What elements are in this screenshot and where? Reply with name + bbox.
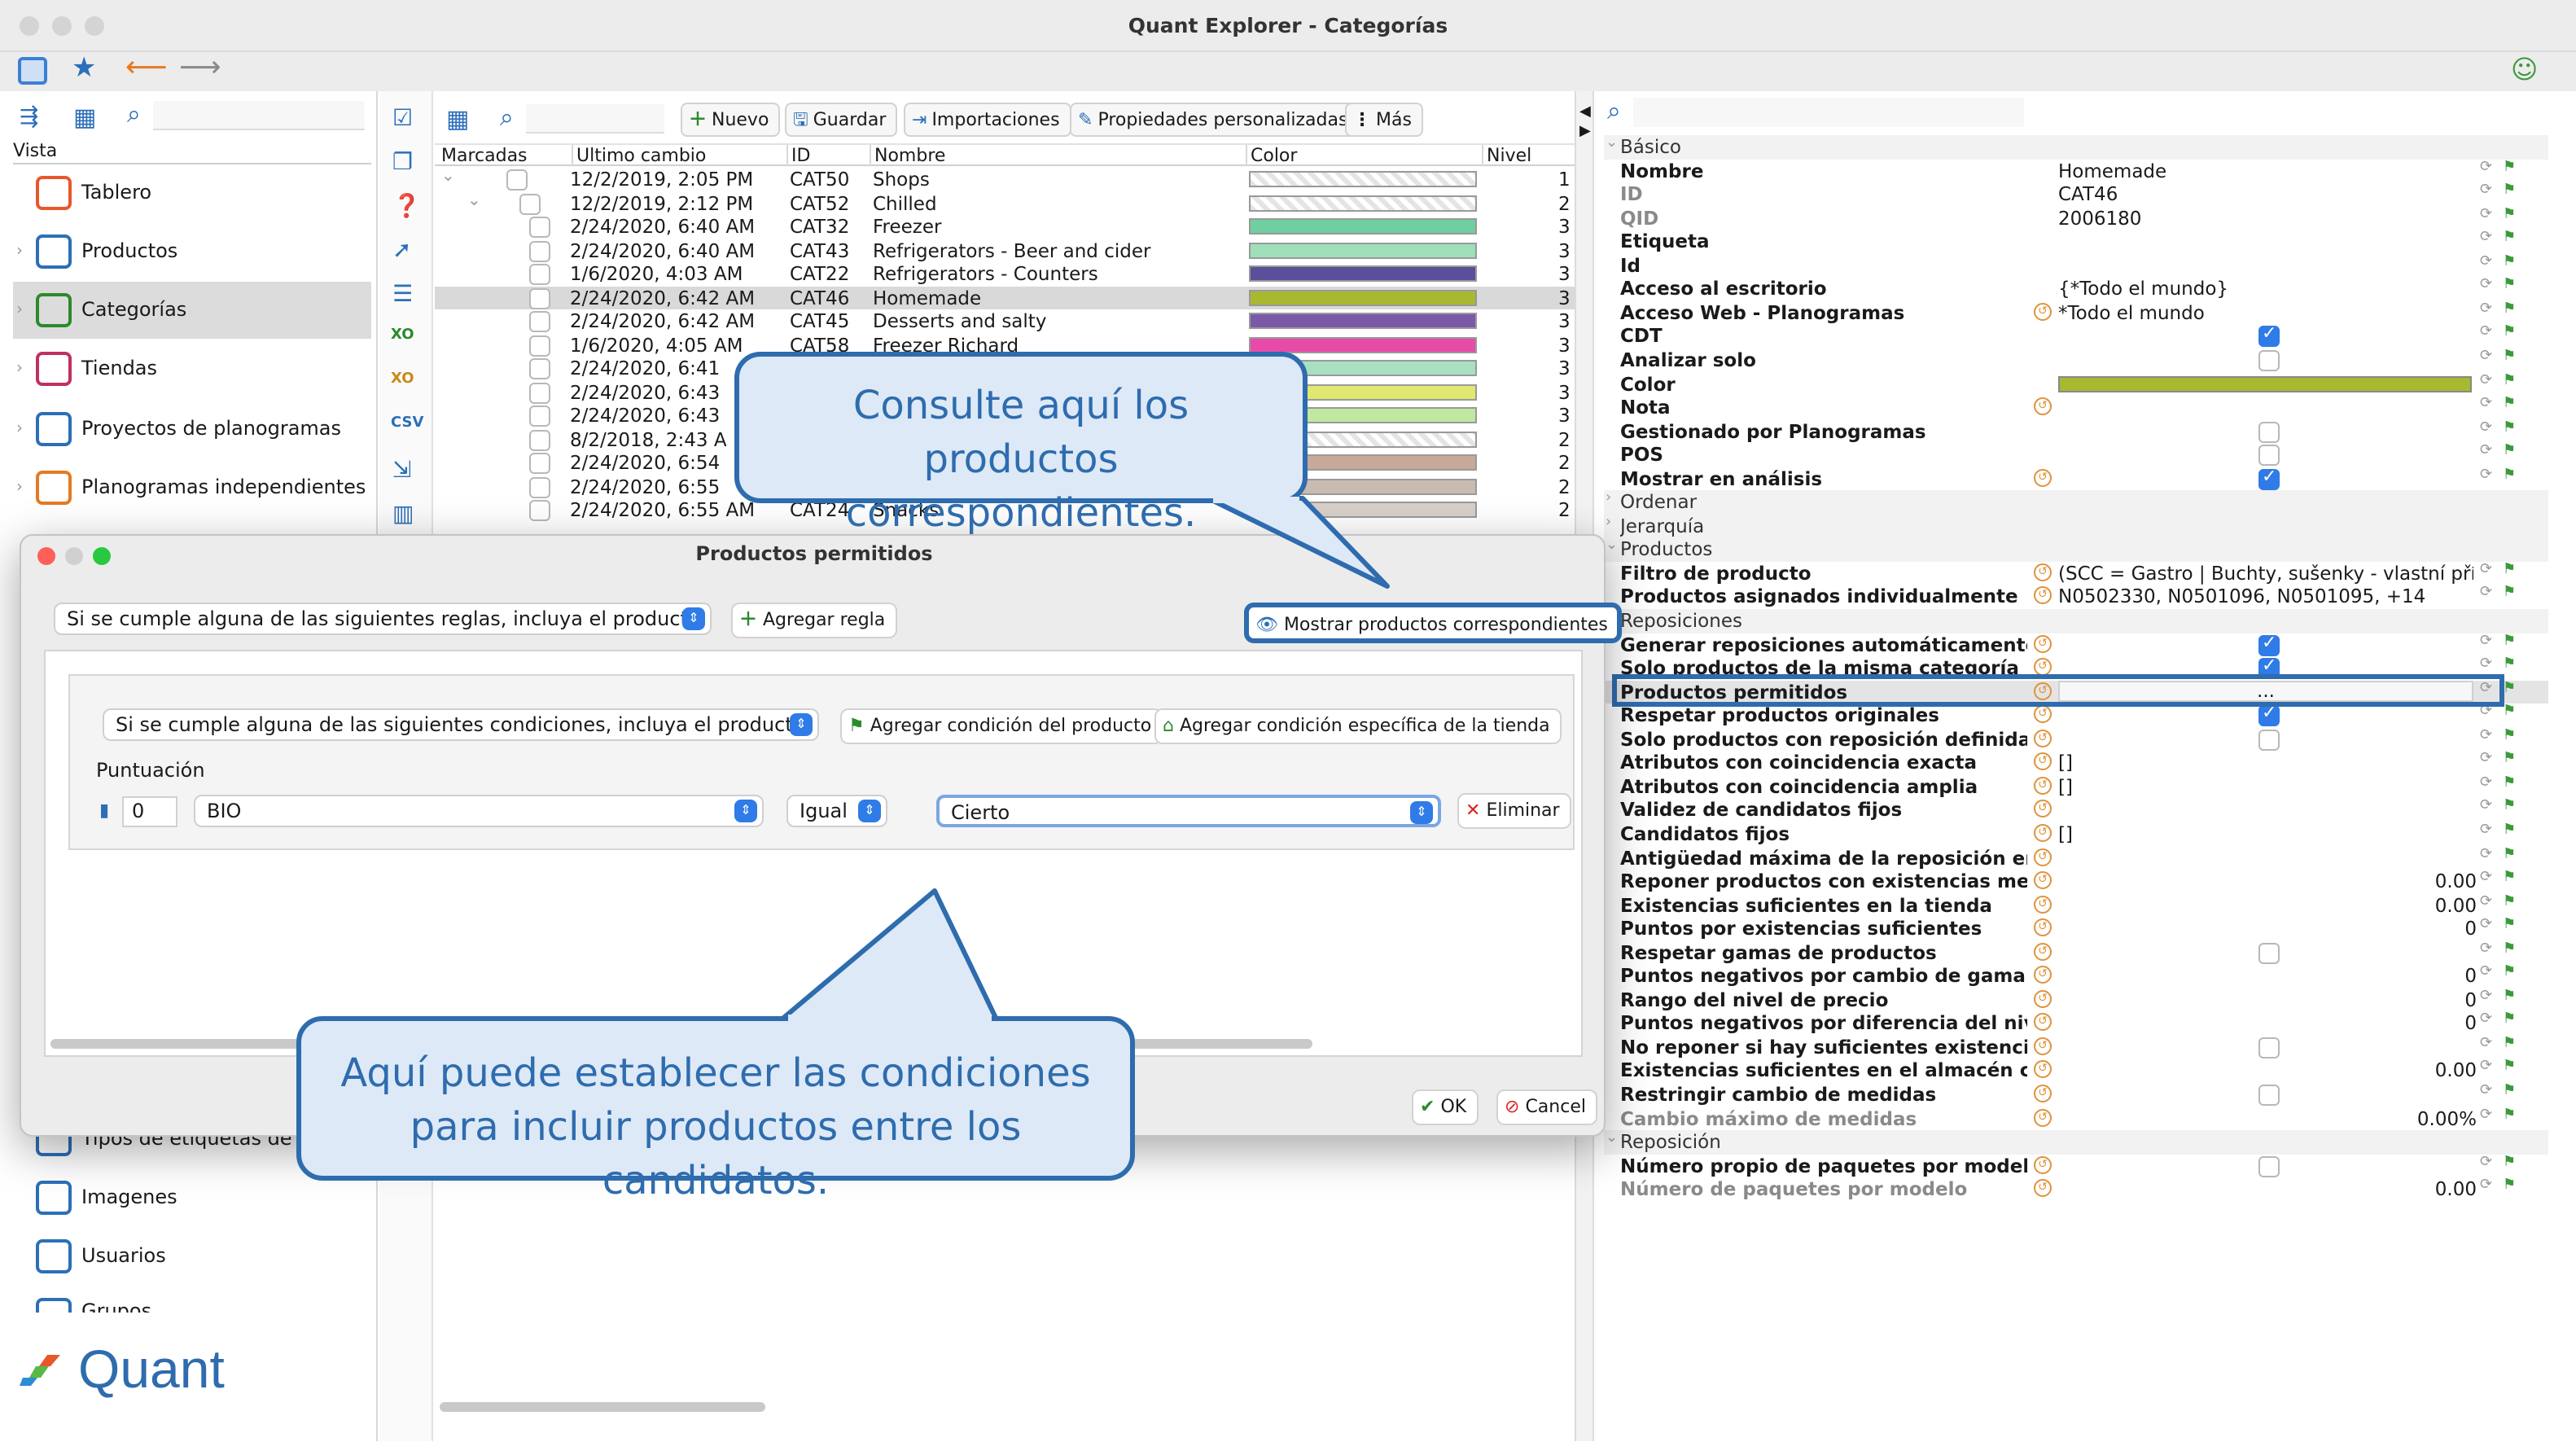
callout-pointer-joins: [788, 497, 1299, 1021]
